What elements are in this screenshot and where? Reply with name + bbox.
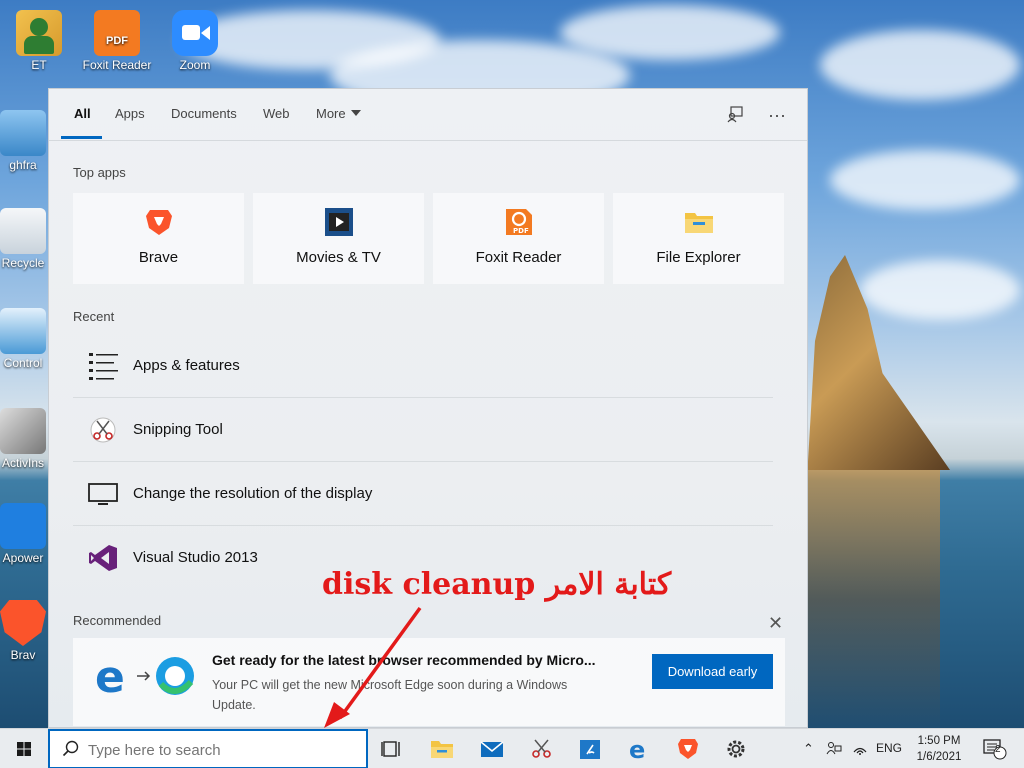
taskbar-search-box[interactable] bbox=[48, 729, 368, 768]
clock-time: 1:50 PM bbox=[917, 735, 961, 747]
brave-icon bbox=[0, 600, 46, 646]
control-panel-icon bbox=[0, 308, 46, 354]
edge-upgrade-icon: e bbox=[95, 652, 195, 703]
file-explorer-taskbar-icon[interactable] bbox=[430, 737, 454, 761]
top-apps-heading: Top apps bbox=[73, 165, 126, 180]
taskbar: e ⌃ ENG 1:50 PM 1/6/2021 2 bbox=[0, 728, 1024, 768]
recent-heading: Recent bbox=[73, 309, 115, 324]
recommended-heading: Recommended bbox=[73, 613, 162, 628]
clock[interactable]: 1:50 PM 1/6/2021 bbox=[905, 733, 973, 765]
search-input[interactable] bbox=[88, 737, 358, 763]
recent-item-label: Apps & features bbox=[133, 357, 240, 374]
snipping-tool-taskbar-icon[interactable] bbox=[530, 737, 554, 761]
tab-all[interactable]: All bbox=[74, 106, 91, 121]
desktop-icon-et[interactable]: ET bbox=[4, 10, 74, 72]
recent-apps-features[interactable]: Apps & features bbox=[73, 334, 773, 398]
desktop-icon-label: ET bbox=[31, 58, 47, 72]
top-app-label: Movies & TV bbox=[296, 249, 381, 266]
recent-item-label: Visual Studio 2013 bbox=[133, 549, 258, 566]
sea-reflection bbox=[800, 470, 940, 728]
store-icon[interactable] bbox=[578, 737, 602, 761]
annotation-text: disk cleanup كتابة الامر bbox=[322, 567, 672, 602]
recent-snipping-tool[interactable]: Snipping Tool bbox=[73, 398, 773, 462]
top-app-label: Foxit Reader bbox=[475, 249, 562, 266]
top-app-brave[interactable]: Brave bbox=[73, 193, 244, 284]
svg-text:e: e bbox=[95, 654, 125, 698]
start-button[interactable] bbox=[0, 729, 48, 768]
apowersoft-icon bbox=[0, 503, 46, 549]
foxit-pdf-icon: PDF bbox=[94, 10, 140, 56]
recent-change-resolution[interactable]: Change the resolution of the display bbox=[73, 462, 773, 526]
apps-list-icon bbox=[87, 351, 121, 381]
movies-tv-icon bbox=[324, 207, 354, 237]
tab-apps[interactable]: Apps bbox=[115, 106, 145, 121]
desktop-icon-zoom[interactable]: Zoom bbox=[160, 10, 230, 72]
tab-more-label: More bbox=[316, 106, 346, 121]
top-app-file-explorer[interactable]: File Explorer bbox=[613, 193, 784, 284]
brave-taskbar-icon[interactable] bbox=[676, 737, 700, 761]
scissors-icon bbox=[87, 415, 121, 445]
mail-icon[interactable] bbox=[480, 737, 504, 761]
recent-item-label: Change the resolution of the display bbox=[133, 485, 373, 502]
desktop-icon-label: Zoom bbox=[179, 58, 211, 72]
tab-web[interactable]: Web bbox=[263, 106, 290, 121]
download-early-button[interactable]: Download early bbox=[652, 654, 773, 689]
recycle-bin-icon bbox=[0, 208, 46, 254]
wifi-icon[interactable] bbox=[852, 741, 868, 758]
svg-text:PDF: PDF bbox=[513, 227, 529, 235]
user-folder-icon bbox=[16, 10, 62, 56]
visual-studio-icon bbox=[87, 543, 121, 573]
notification-center-icon[interactable]: 2 bbox=[982, 738, 1008, 760]
clock-date: 1/6/2021 bbox=[916, 751, 962, 763]
windows-logo-icon bbox=[17, 742, 31, 756]
top-app-label: Brave bbox=[138, 249, 179, 266]
active-tab-indicator bbox=[61, 136, 102, 139]
search-tabs: All Apps Documents Web More ··· bbox=[49, 89, 807, 141]
language-indicator[interactable]: ENG bbox=[876, 741, 902, 755]
edge-icon[interactable]: e bbox=[628, 736, 652, 764]
svg-text:e: e bbox=[629, 737, 645, 761]
chevron-up-icon[interactable]: ⌃ bbox=[803, 741, 814, 757]
folder-icon bbox=[684, 207, 714, 237]
recent-item-label: Snipping Tool bbox=[133, 421, 223, 438]
task-view-icon[interactable] bbox=[380, 737, 404, 761]
settings-gear-icon[interactable] bbox=[724, 737, 748, 761]
feedback-icon[interactable] bbox=[725, 105, 745, 125]
top-app-foxit[interactable]: PDF Foxit Reader bbox=[433, 193, 604, 284]
more-options-icon[interactable]: ··· bbox=[767, 105, 787, 125]
tab-more[interactable]: More bbox=[316, 106, 361, 121]
zoom-camera-icon bbox=[172, 10, 218, 56]
monitor-icon bbox=[87, 479, 121, 509]
desktop-icon-foxit[interactable]: PDF Foxit Reader bbox=[82, 10, 152, 72]
chevron-down-icon bbox=[350, 110, 361, 116]
notification-count: 2 bbox=[995, 744, 1001, 755]
top-app-movies-tv[interactable]: Movies & TV bbox=[253, 193, 424, 284]
people-icon[interactable] bbox=[826, 741, 842, 758]
top-app-label: File Explorer bbox=[656, 249, 741, 266]
search-icon bbox=[62, 740, 79, 757]
close-icon[interactable]: ✕ bbox=[768, 613, 783, 634]
tab-documents[interactable]: Documents bbox=[171, 106, 237, 121]
computer-icon bbox=[0, 110, 46, 156]
annotation-arrow-icon bbox=[324, 606, 422, 728]
activinspire-icon bbox=[0, 408, 46, 454]
brave-icon bbox=[144, 207, 174, 237]
desktop-icon-label: Foxit Reader bbox=[82, 58, 152, 72]
foxit-pdf-icon: PDF bbox=[504, 207, 534, 237]
